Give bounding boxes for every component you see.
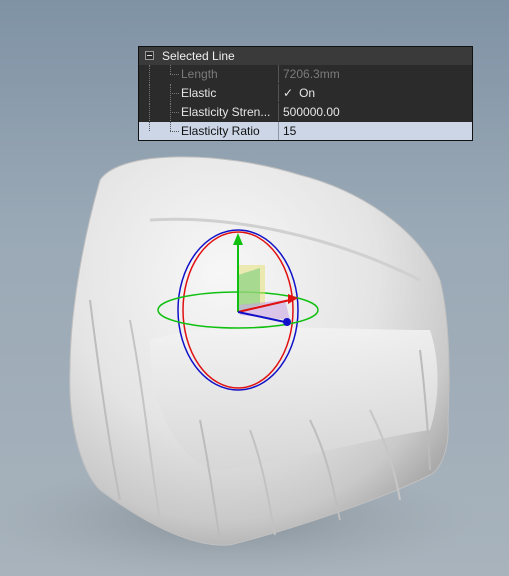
column-divider [278,65,279,83]
property-row-length[interactable]: Length 7206.3mm [139,65,472,83]
property-value-input[interactable]: 500000.00 [283,105,340,119]
property-row-elastic[interactable]: Elastic ✓ On [139,84,472,102]
property-row-elasticity-ratio[interactable]: Elasticity Ratio 15 [139,122,472,140]
tree-connector [139,103,179,121]
property-row-elasticity-strength[interactable]: Elasticity Stren... 500000.00 [139,103,472,121]
tree-connector [139,122,179,140]
property-panel: Selected Line Length 7206.3mm Elastic ✓ O… [138,46,473,141]
property-label: Elasticity Stren... [181,105,271,119]
property-label: Elasticity Ratio [181,124,260,138]
collapse-minus-icon[interactable] [145,51,154,60]
property-label: Elastic [181,86,217,100]
property-value: 7206.3mm [283,67,340,81]
tree-connector [139,84,179,102]
section-title: Selected Line [162,49,235,63]
section-header-selected-line[interactable]: Selected Line [139,47,472,65]
draped-chair-model[interactable] [69,156,450,546]
tree-connector [139,65,179,83]
column-divider [278,103,279,121]
property-label: Length [181,67,218,81]
elastic-toggle[interactable]: ✓ On [283,86,315,100]
column-divider [278,122,279,140]
check-icon: ✓ [283,86,294,100]
property-value-input[interactable]: 15 [283,124,296,138]
property-value: On [299,86,316,100]
column-divider [278,84,279,102]
